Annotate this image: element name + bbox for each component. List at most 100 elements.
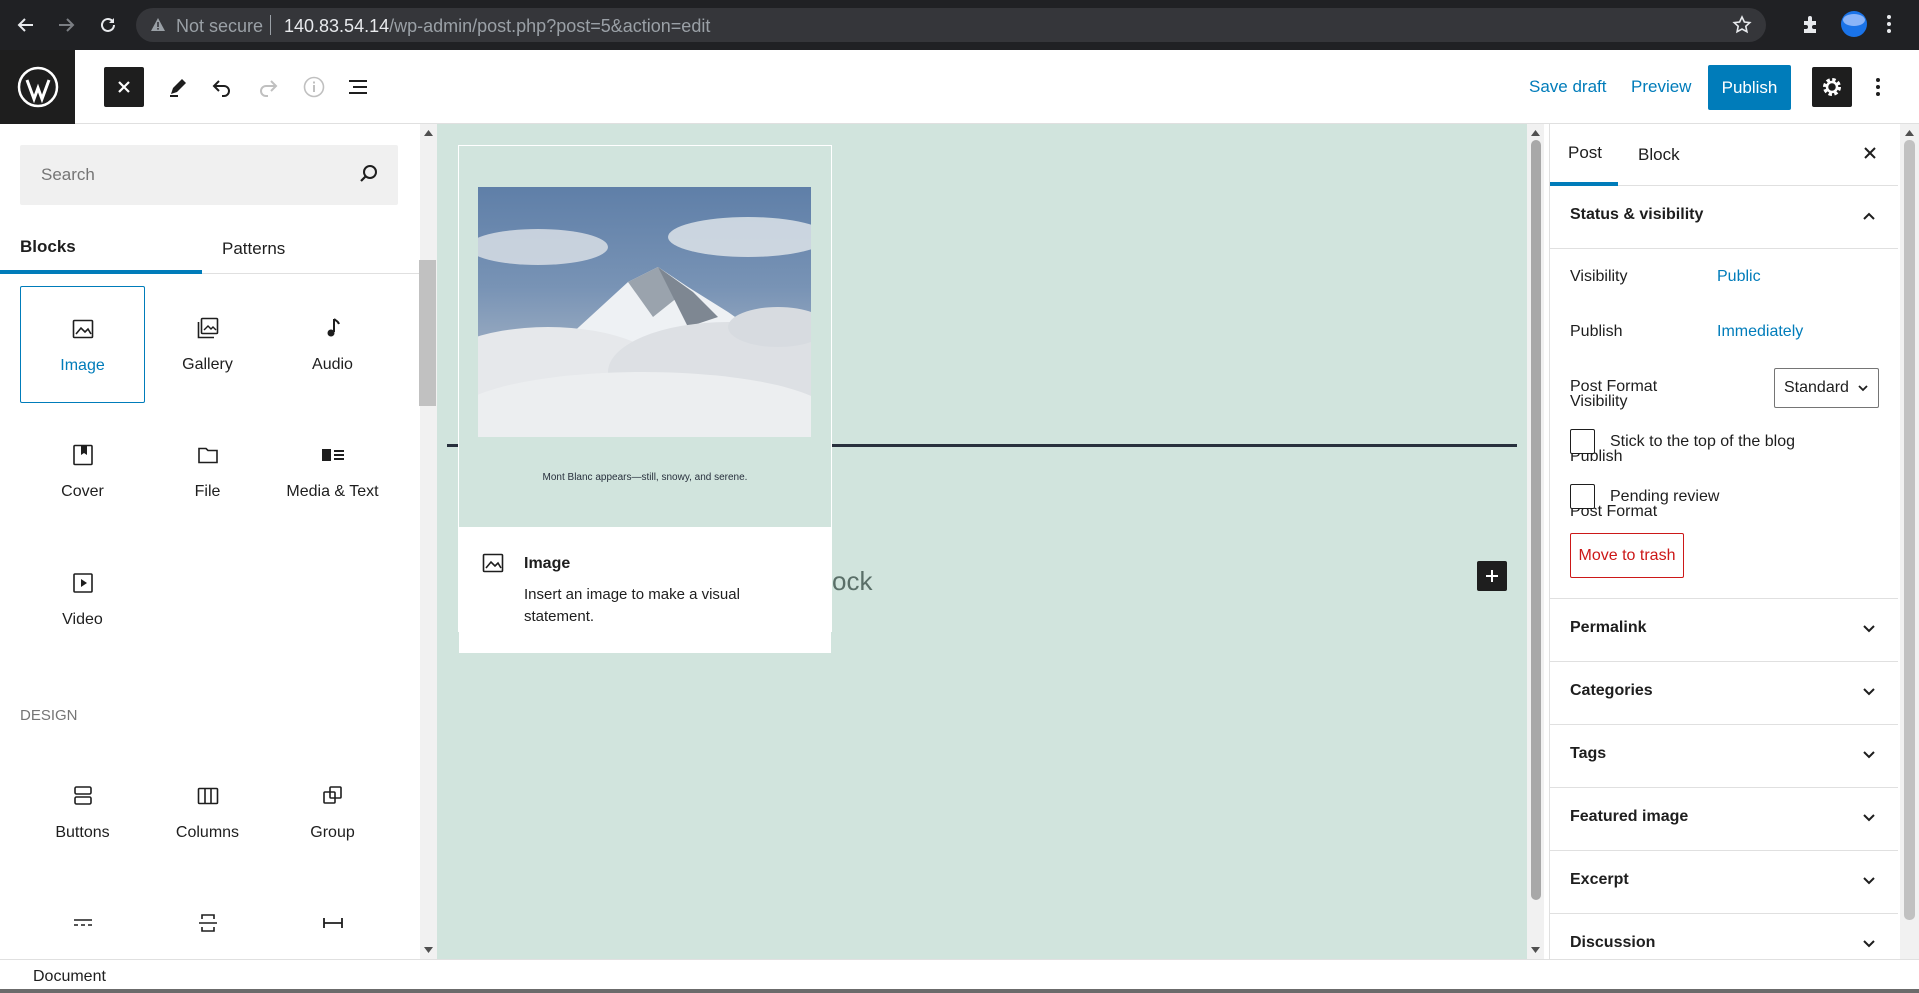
- redo-icon[interactable]: [248, 67, 288, 107]
- reload-icon[interactable]: [96, 13, 120, 37]
- canvas-scrollbar-thumb[interactable]: [1531, 140, 1541, 900]
- image-caption: Mont Blanc appears—still, snowy, and ser…: [542, 472, 748, 483]
- block-image[interactable]: Image: [20, 286, 145, 403]
- scroll-down-icon: [424, 947, 433, 953]
- tab-blocks-label: Blocks: [20, 237, 76, 256]
- block-page-break[interactable]: [145, 881, 270, 959]
- plus-icon: [1486, 570, 1498, 582]
- excerpt-panel-header[interactable]: Excerpt: [1550, 851, 1898, 914]
- search-icon: [358, 163, 380, 190]
- close-inserter-button[interactable]: [104, 67, 144, 107]
- block-spacer[interactable]: [270, 881, 395, 959]
- tab-patterns[interactable]: Patterns: [202, 224, 402, 274]
- discussion-title: Discussion: [1570, 934, 1656, 951]
- bookmark-star-icon[interactable]: [1732, 15, 1752, 40]
- status-visibility-title: Status & visibility: [1570, 206, 1704, 223]
- search-placeholder: Search: [41, 165, 95, 184]
- info-icon[interactable]: [294, 67, 334, 107]
- block-buttons[interactable]: Buttons: [20, 754, 145, 871]
- tab-block[interactable]: Block: [1638, 124, 1708, 186]
- close-sidebar-icon[interactable]: [1861, 144, 1879, 167]
- preview-button[interactable]: Preview: [1631, 77, 1691, 97]
- tags-panel-header[interactable]: Tags: [1550, 725, 1898, 788]
- block-media-text-label: Media & Text: [286, 483, 379, 500]
- more-block-icon: [69, 909, 97, 937]
- pending-review-label[interactable]: Pending review: [1610, 488, 1719, 506]
- chevron-down-icon: [1861, 684, 1877, 705]
- footer-edge: [0, 989, 1919, 993]
- back-icon[interactable]: [14, 13, 38, 37]
- scroll-up-icon: [1531, 130, 1540, 136]
- block-more-icon[interactable]: [20, 881, 145, 959]
- block-media-text[interactable]: Media & Text: [270, 413, 395, 530]
- block-cover[interactable]: Cover: [20, 413, 145, 530]
- stick-to-top-label[interactable]: Stick to the top of the blog: [1610, 433, 1795, 451]
- stick-to-top-checkbox[interactable]: [1570, 429, 1595, 454]
- featured-image-title: Featured image: [1570, 808, 1689, 825]
- visibility-label-text: Visibility: [1570, 268, 1628, 285]
- warning-icon[interactable]: [150, 17, 166, 38]
- block-file-label: File: [194, 483, 221, 500]
- group-icon: [319, 782, 347, 810]
- more-options-icon[interactable]: [1866, 67, 1890, 107]
- post-format-select[interactable]: Standard: [1774, 368, 1879, 408]
- gallery-icon: [194, 314, 222, 342]
- tab-blocks[interactable]: Blocks: [0, 224, 202, 274]
- cover-icon: [69, 441, 97, 469]
- breadcrumb-document[interactable]: Document: [33, 968, 106, 986]
- editor-footer: Document: [0, 959, 1919, 993]
- editor-canvas[interactable]: ock Mont Blanc appears—still, snowy, and…: [437, 124, 1527, 959]
- move-to-trash-button[interactable]: Move to trash: [1570, 533, 1684, 578]
- pending-review-checkbox[interactable]: [1570, 484, 1595, 509]
- security-label[interactable]: Not secure: [176, 16, 263, 37]
- sidebar-scrollbar-thumb[interactable]: [1904, 140, 1915, 920]
- featured-image-panel-header[interactable]: Featured image: [1550, 788, 1898, 851]
- tags-title: Tags: [1570, 745, 1607, 762]
- inserter-scrollbar[interactable]: [420, 124, 437, 959]
- scroll-down-icon: [1531, 947, 1540, 953]
- block-file[interactable]: File: [145, 413, 270, 530]
- scroll-up-icon: [424, 130, 433, 136]
- undo-icon[interactable]: [202, 67, 242, 107]
- inserter-scrollbar-thumb[interactable]: [419, 260, 436, 406]
- save-draft-button[interactable]: Save draft: [1529, 77, 1607, 97]
- visibility-value-link[interactable]: Public: [1717, 268, 1761, 286]
- block-buttons-label: Buttons: [55, 824, 110, 841]
- forward-icon[interactable]: [54, 13, 78, 37]
- extensions-icon[interactable]: [1800, 13, 1822, 40]
- profile-avatar[interactable]: [1840, 10, 1868, 43]
- block-preview-popover: Mont Blanc appears—still, snowy, and ser…: [458, 145, 832, 653]
- publish-button[interactable]: Publish: [1708, 65, 1791, 110]
- discussion-panel-header[interactable]: Discussion: [1550, 914, 1898, 959]
- status-visibility-panel-header[interactable]: Status & visibility: [1550, 186, 1898, 249]
- url-text[interactable]: 140.83.54.14/wp-admin/post.php?post=5&ac…: [284, 16, 710, 37]
- wordpress-logo-icon[interactable]: [0, 50, 75, 124]
- block-columns[interactable]: Columns: [145, 754, 270, 871]
- block-audio[interactable]: Audio: [270, 286, 395, 403]
- list-view-icon[interactable]: [338, 67, 378, 107]
- chevron-down-icon: [1861, 621, 1877, 642]
- tab-post[interactable]: Post: [1550, 124, 1618, 186]
- settings-gear-icon[interactable]: [1812, 67, 1852, 107]
- categories-panel-header[interactable]: Categories: [1550, 662, 1898, 725]
- edit-tool-pencil-icon[interactable]: [158, 67, 198, 107]
- block-video-label: Video: [62, 611, 103, 628]
- inserter-tabs: Blocks Patterns: [0, 224, 420, 274]
- page-break-icon: [194, 909, 222, 937]
- address-bar[interactable]: Not secure 140.83.54.14/wp-admin/post.ph…: [136, 8, 1766, 42]
- block-group[interactable]: Group: [270, 754, 395, 871]
- browser-menu-icon[interactable]: [1886, 13, 1892, 40]
- close-icon: [118, 81, 130, 93]
- block-search-input[interactable]: Search: [20, 145, 398, 205]
- block-gallery[interactable]: Gallery: [145, 286, 270, 403]
- paragraph-placeholder-text[interactable]: ock: [832, 566, 872, 597]
- block-image-label: Image: [60, 357, 105, 374]
- permalink-title: Permalink: [1570, 619, 1647, 636]
- add-block-button[interactable]: [1477, 561, 1507, 591]
- publish-date-link[interactable]: Immediately: [1717, 323, 1803, 341]
- block-video[interactable]: Video: [20, 541, 145, 658]
- permalink-panel-header[interactable]: Permalink: [1550, 599, 1898, 662]
- url-path: /wp-admin/post.php?post=5&action=edit: [389, 16, 711, 36]
- buttons-icon: [69, 782, 97, 810]
- chevron-down-icon: [1858, 385, 1868, 392]
